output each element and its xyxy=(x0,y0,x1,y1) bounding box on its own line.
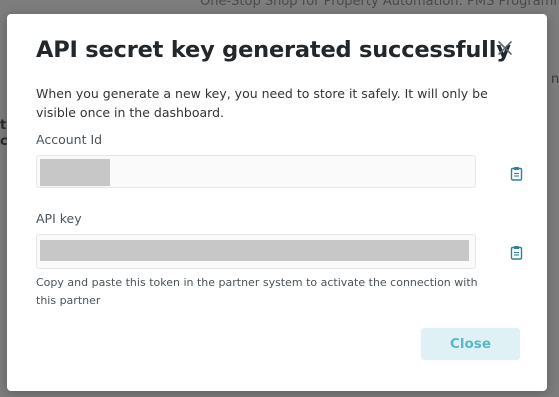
background-fragment: t xyxy=(0,118,7,133)
account-id-field[interactable] xyxy=(36,155,476,188)
api-key-dialog: API secret key generated successfully Wh… xyxy=(7,14,547,391)
api-key-helper-text: Copy and paste this token in the partner… xyxy=(36,276,478,307)
background-page-heading: One-Stop Shop for Property Automation: P… xyxy=(200,0,559,9)
close-icon[interactable] xyxy=(496,39,514,57)
copy-account-id-button[interactable] xyxy=(507,165,525,185)
api-key-label: API key xyxy=(36,211,82,226)
clipboard-icon xyxy=(510,245,523,264)
account-id-label: Account Id xyxy=(36,132,103,147)
close-button[interactable]: Close xyxy=(421,328,520,360)
api-key-field[interactable] xyxy=(36,234,476,269)
copy-api-key-button[interactable] xyxy=(507,244,525,264)
dialog-title: API secret key generated successfully xyxy=(36,37,511,63)
dialog-description: When you generate a new key, you need to… xyxy=(36,86,488,120)
background-fragment: n xyxy=(551,72,559,87)
redacted-account-id xyxy=(40,159,110,186)
redacted-api-key xyxy=(40,240,469,261)
clipboard-icon xyxy=(510,166,523,185)
